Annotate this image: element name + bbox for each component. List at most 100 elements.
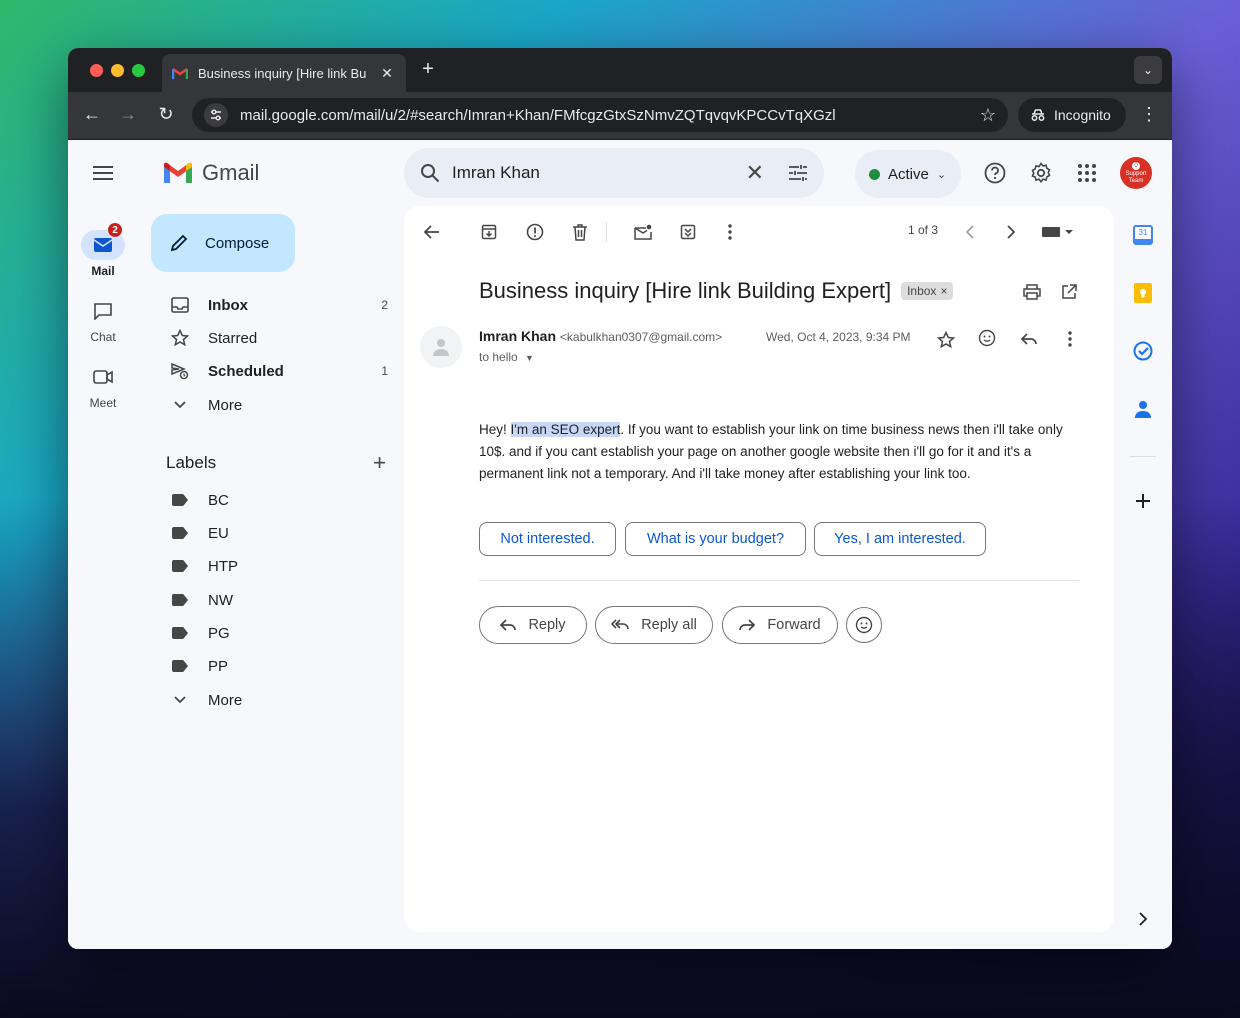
minimize-window-button[interactable] [111,64,124,77]
calendar-icon[interactable]: 31 [1132,224,1154,246]
smart-reply-interested[interactable]: Yes, I am interested. [814,522,986,556]
sidebar-item-label: More [208,396,243,414]
label-name: HTP [208,557,238,575]
archive-icon[interactable] [479,222,499,242]
search-icon[interactable] [420,163,440,183]
label-item-eu[interactable]: EU [138,517,394,549]
close-tab-icon[interactable]: ✕ [378,65,396,82]
browser-tab[interactable]: Business inquiry [Hire link Bu ✕ [162,54,406,92]
show-details-icon[interactable]: ▼ [525,353,534,363]
label-icon [170,627,190,639]
show-side-panel-icon[interactable] [1132,908,1154,930]
url-text: mail.google.com/mail/u/2/#search/Imran+K… [240,106,836,124]
new-tab-button[interactable]: + [416,58,440,81]
open-new-window-icon[interactable] [1059,282,1079,302]
search-options-icon[interactable] [788,164,808,182]
label-item-pg[interactable]: PG [138,617,394,649]
report-spam-icon[interactable] [525,222,545,242]
sidebar-item-inbox[interactable]: Inbox 2 [138,289,394,321]
site-settings-icon[interactable] [204,103,228,127]
smart-reply-budget[interactable]: What is your budget? [625,522,806,556]
emoji-icon [855,616,873,634]
close-window-button[interactable] [90,64,103,77]
back-icon[interactable]: ← [80,104,104,125]
incognito-icon [1031,109,1045,121]
reload-icon[interactable]: ↻ [154,104,178,125]
tasks-icon[interactable] [1132,340,1154,362]
reply-button[interactable]: Reply [479,606,587,644]
side-panel: 31 [1114,140,1172,949]
sender-avatar[interactable] [420,326,462,368]
newer-chevron-icon[interactable] [960,222,980,242]
snooze-move-icon[interactable] [678,222,698,242]
search-input[interactable]: Imran Khan [452,163,746,183]
label-name: EU [208,524,229,542]
emoji-reaction-icon[interactable] [977,328,997,348]
inbox-label-chip[interactable]: Inbox × [901,282,954,300]
message-more-icon[interactable] [1060,329,1080,349]
status-selector[interactable]: Active ⌄ [855,150,961,198]
star-message-icon[interactable] [936,330,956,350]
label-item-htp[interactable]: HTP [138,550,394,582]
subject-text: Business inquiry [Hire link Building Exp… [479,278,892,303]
keep-icon[interactable] [1132,282,1154,304]
forward-button[interactable]: Forward [722,606,838,644]
reply-all-icon [611,619,629,630]
rail-mail[interactable]: 2 Mail [68,222,138,278]
help-icon[interactable] [983,161,1007,185]
labels-more[interactable]: More [138,684,394,716]
sidebar-item-more[interactable]: More [138,389,394,421]
clear-search-icon[interactable]: ✕ [746,160,764,186]
sidebar-item-label: Starred [208,329,258,347]
incognito-badge[interactable]: Incognito [1018,98,1126,132]
older-chevron-icon[interactable] [1001,222,1021,242]
compose-label: Compose [205,234,270,252]
rail-meet[interactable]: Meet [68,362,138,410]
emoji-react-button[interactable] [846,607,882,643]
reply-all-label: Reply all [641,617,697,633]
mark-unread-icon[interactable] [633,222,653,242]
browser-menu-icon[interactable]: ⋮ [1140,104,1158,125]
more-actions-icon[interactable] [720,222,740,242]
inbox-icon [170,297,190,313]
settings-gear-icon[interactable] [1029,161,1053,185]
search-bar[interactable]: Imran Khan ✕ [404,148,824,198]
email-subject: Business inquiry [Hire link Building Exp… [479,278,954,304]
gmail-favicon-icon [171,67,189,79]
maximize-window-button[interactable] [132,64,145,77]
main-menu-icon[interactable] [92,165,114,186]
omnibox[interactable]: mail.google.com/mail/u/2/#search/Imran+K… [192,98,1008,132]
contacts-icon[interactable] [1132,398,1154,420]
label-item-pp[interactable]: PP [138,650,394,682]
reply-icon[interactable] [1019,329,1039,349]
sidebar-item-label: Scheduled [208,362,284,380]
window-controls [90,64,145,77]
forward-label: Forward [767,617,821,633]
tab-search-button[interactable]: ⌄ [1134,56,1162,84]
remove-label-icon[interactable]: × [940,284,947,298]
input-tools-icon[interactable] [1040,222,1076,242]
apps-grid-icon[interactable] [1075,161,1099,185]
delete-icon[interactable] [570,222,590,242]
label-item-nw[interactable]: NW [138,584,394,616]
sender-name[interactable]: Imran Khan [479,328,556,344]
label-name: BC [208,491,229,509]
back-to-search-icon[interactable] [422,222,442,242]
reply-all-button[interactable]: Reply all [595,606,713,644]
print-icon[interactable] [1022,282,1042,302]
browser-window: Business inquiry [Hire link Bu ✕ + ⌄ ← →… [68,48,1172,949]
sidebar-item-starred[interactable]: Starred [138,322,394,354]
add-label-icon[interactable]: + [373,450,386,476]
recipient-text: to hello [479,350,518,364]
get-addons-icon[interactable] [1132,490,1154,512]
forward-icon[interactable]: → [116,104,140,125]
divider [479,580,1079,581]
rail-chat[interactable]: Chat [68,296,138,344]
bookmark-star-icon[interactable]: ☆ [980,105,996,126]
smart-reply-not-interested[interactable]: Not interested. [479,522,616,556]
sidebar-item-scheduled[interactable]: Scheduled 1 [138,355,394,387]
compose-button[interactable]: Compose [151,214,295,272]
label-item-bc[interactable]: BC [138,484,394,516]
pencil-icon [170,234,188,252]
recipient-line[interactable]: to hello ▼ [479,350,534,364]
